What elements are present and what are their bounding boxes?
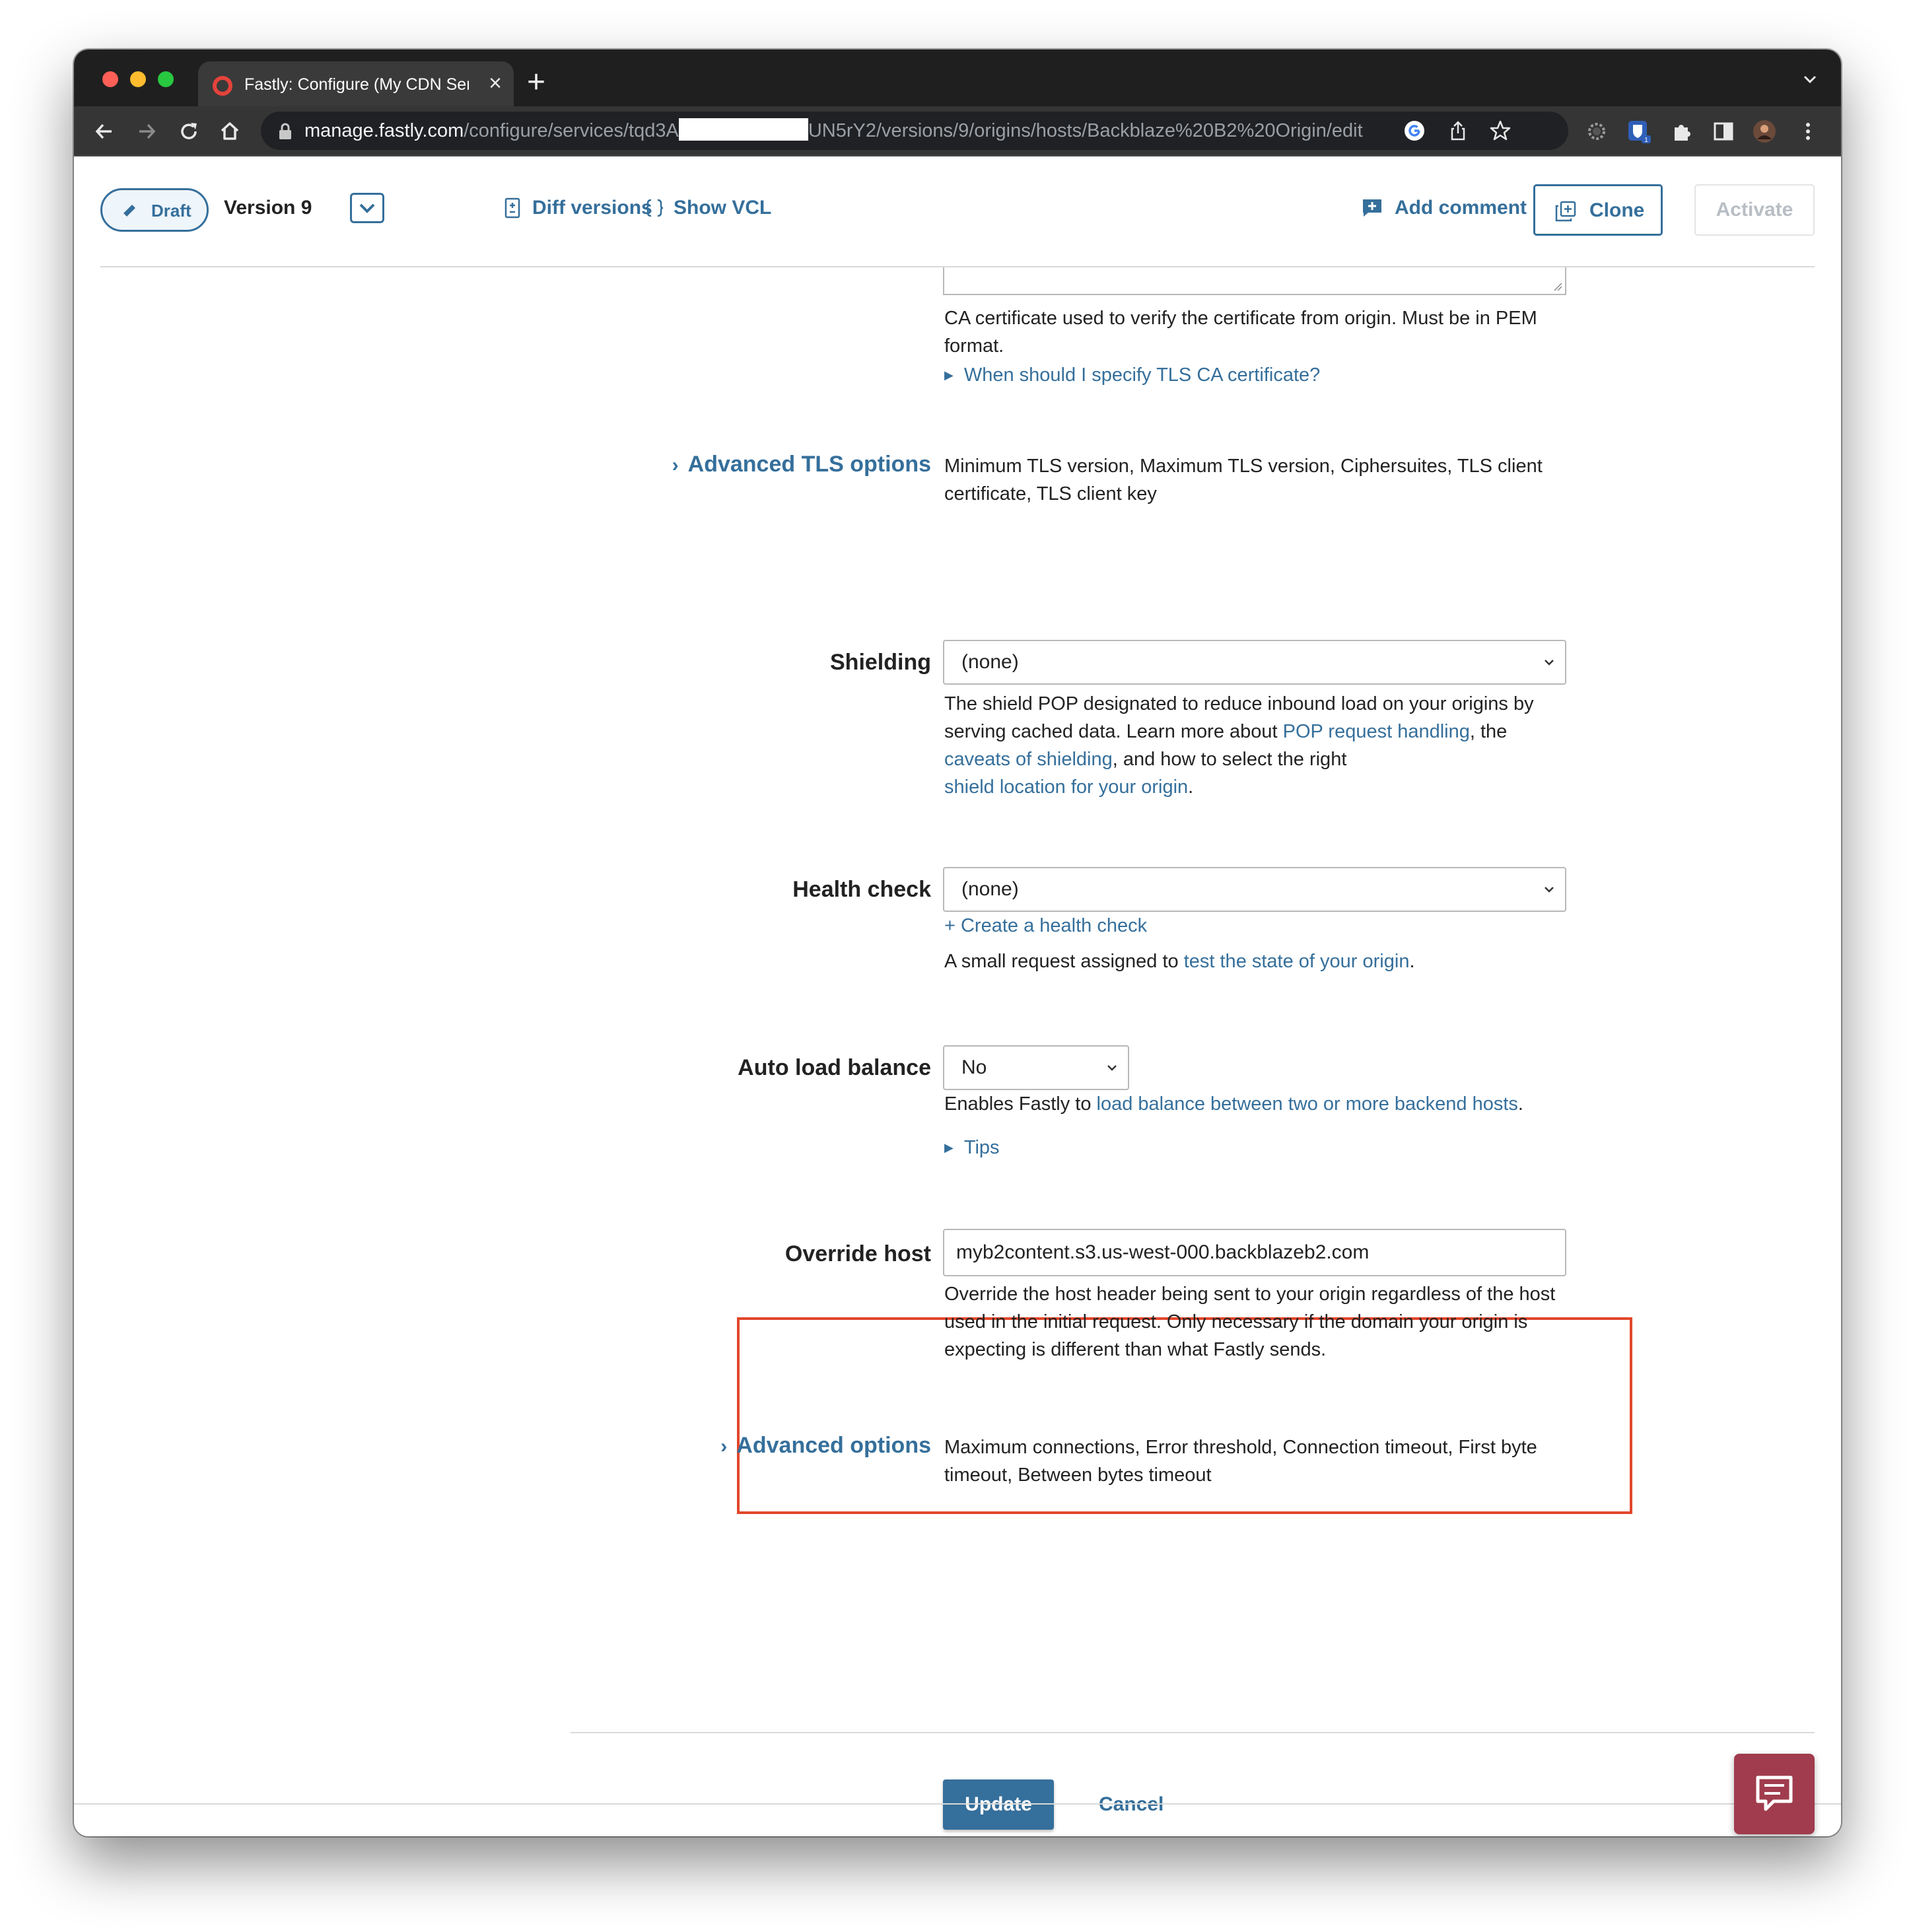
fastly-favicon-icon (213, 76, 232, 96)
lock-icon (279, 123, 291, 139)
diff-versions-label: Diff versions (532, 197, 652, 219)
browser-toolbar: manage.fastly.com/configure/services/tqd… (74, 106, 1841, 156)
clone-label: Clone (1589, 199, 1645, 221)
chevron-down-icon (1545, 887, 1554, 893)
tips-label: Tips (963, 1137, 1000, 1158)
shielding-label: Shielding (830, 650, 931, 675)
share-icon[interactable] (1447, 120, 1469, 142)
caveats-of-shielding-link[interactable]: caveats of shielding (944, 749, 1113, 770)
forward-icon[interactable] (133, 118, 160, 145)
extension-gear-icon[interactable] (1585, 120, 1609, 143)
chevron-down-icon (359, 203, 375, 213)
bitwarden-shield-icon[interactable]: 1 (1627, 120, 1651, 143)
show-vcl-label: Show VCL (674, 197, 772, 219)
google-icon[interactable] (1403, 120, 1426, 142)
browser-window: Fastly: Configure (My CDN Service) × + (74, 50, 1841, 1836)
show-vcl-link[interactable]: Show VCL (644, 195, 771, 221)
load-balance-link[interactable]: load balance between two or more backend… (1097, 1093, 1518, 1115)
braces-icon (645, 199, 664, 217)
diff-versions-link[interactable]: Diff versions (504, 195, 652, 221)
tls-ca-certificate-textarea[interactable] (943, 267, 1566, 295)
health-check-help-text: A small request assigned to test the sta… (944, 951, 1415, 972)
diff-icon (504, 197, 520, 219)
home-icon[interactable] (217, 118, 243, 145)
url-text: manage.fastly.com/configure/services/tqd… (304, 118, 1363, 143)
tab-list-chevron-icon[interactable] (1799, 68, 1821, 90)
address-bar[interactable]: manage.fastly.com/configure/services/tqd… (261, 112, 1568, 150)
shielding-select[interactable]: (none) (943, 640, 1566, 685)
health-check-label: Health check (792, 877, 931, 902)
extensions-puzzle-icon[interactable] (1669, 120, 1693, 143)
advanced-tls-options-label: Advanced TLS options (687, 452, 931, 477)
auto-load-balance-help-text: Enables Fastly to load balance between t… (944, 1093, 1523, 1115)
update-button[interactable]: Update (943, 1779, 1054, 1830)
tls-ca-disclosure-label: When should I specify TLS CA certificate… (963, 364, 1321, 386)
origin-edit-form: CA certificate used to verify the certif… (74, 267, 1841, 1836)
health-check-select[interactable]: (none) (943, 867, 1566, 912)
version-header: Draft Version 9 Diff versions Show VCL A… (100, 156, 1815, 267)
override-host-help-text: Override the host header being sent to y… (944, 1284, 1556, 1360)
activate-button[interactable]: Activate (1694, 184, 1815, 236)
tab-title: Fastly: Configure (My CDN Service) (244, 75, 469, 94)
support-chat-button[interactable] (1734, 1754, 1815, 1834)
pencil-icon (122, 205, 135, 218)
tab-bar: Fastly: Configure (My CDN Service) × + (74, 50, 1841, 106)
pop-request-handling-link[interactable]: POP request handling (1283, 721, 1470, 742)
add-comment-label: Add comment (1395, 197, 1527, 219)
advanced-options-summary: Maximum connections, Error threshold, Co… (944, 1437, 1537, 1486)
health-check-select-value: (none) (961, 878, 1019, 900)
resize-handle-icon[interactable] (1552, 281, 1562, 291)
create-health-check-link[interactable]: + Create a health check (944, 912, 1147, 940)
shield-location-link[interactable]: shield location for your origin (944, 776, 1188, 798)
reload-icon[interactable] (176, 118, 202, 145)
new-tab-button[interactable]: + (527, 65, 545, 100)
clone-icon (1555, 201, 1576, 222)
auto-load-balance-select[interactable]: No (943, 1045, 1129, 1090)
tab-close-icon[interactable]: × (489, 71, 502, 96)
browser-menu-icon[interactable] (1796, 120, 1820, 143)
override-host-input[interactable] (943, 1229, 1566, 1276)
chevron-down-icon (1107, 1065, 1117, 1071)
draft-badge[interactable]: Draft (100, 188, 209, 232)
profile-avatar-icon[interactable] (1753, 120, 1776, 143)
browser-tab-active[interactable]: Fastly: Configure (My CDN Service) × (198, 61, 514, 106)
clone-button[interactable]: Clone (1533, 184, 1663, 236)
minimize-window-button[interactable] (130, 71, 146, 87)
chevron-down-icon (1545, 660, 1554, 666)
redacted-segment (678, 118, 808, 141)
side-panel-icon[interactable] (1712, 120, 1735, 143)
disclosure-triangle-icon: ▶ (944, 1141, 954, 1154)
draft-label: Draft (151, 201, 191, 221)
version-label: Version 9 (224, 197, 312, 219)
chevron-right-icon: › (720, 1435, 728, 1457)
cancel-button[interactable]: Cancel (1099, 1791, 1164, 1818)
version-dropdown-button[interactable] (350, 193, 384, 223)
chat-icon (1756, 1776, 1793, 1811)
bookmark-star-icon[interactable] (1489, 120, 1511, 142)
shielding-help-text: The shield POP designated to reduce inbo… (944, 693, 1534, 798)
shielding-select-value: (none) (961, 651, 1019, 673)
maximize-window-button[interactable] (158, 71, 174, 87)
svg-text:1: 1 (1644, 137, 1648, 143)
disclosure-triangle-icon: ▶ (944, 368, 954, 382)
auto-load-balance-value: No (961, 1056, 987, 1078)
test-origin-state-link[interactable]: test the state of your origin (1184, 951, 1410, 972)
advanced-options-toggle[interactable]: › Advanced options (720, 1431, 931, 1461)
back-icon[interactable] (91, 118, 118, 145)
advanced-options-label: Advanced options (736, 1433, 931, 1458)
advanced-tls-summary: Minimum TLS version, Maximum TLS version… (944, 456, 1543, 504)
close-window-button[interactable] (102, 71, 118, 87)
tips-disclosure[interactable]: ▶ Tips (944, 1134, 1000, 1161)
tls-ca-help-text: CA certificate used to verify the certif… (944, 308, 1537, 357)
auto-load-balance-label: Auto load balance (738, 1055, 931, 1080)
add-comment-link[interactable]: Add comment (1362, 195, 1527, 221)
footer-divider (74, 1803, 1841, 1805)
fastly-app: Draft Version 9 Diff versions Show VCL A… (74, 156, 1841, 1836)
form-divider (571, 1732, 1815, 1733)
advanced-tls-options-toggle[interactable]: › Advanced TLS options (672, 450, 931, 480)
comment-icon (1363, 199, 1381, 217)
tls-ca-disclosure[interactable]: ▶ When should I specify TLS CA certificat… (944, 361, 1320, 389)
override-host-label: Override host (784, 1241, 931, 1266)
chevron-right-icon: › (672, 454, 679, 476)
